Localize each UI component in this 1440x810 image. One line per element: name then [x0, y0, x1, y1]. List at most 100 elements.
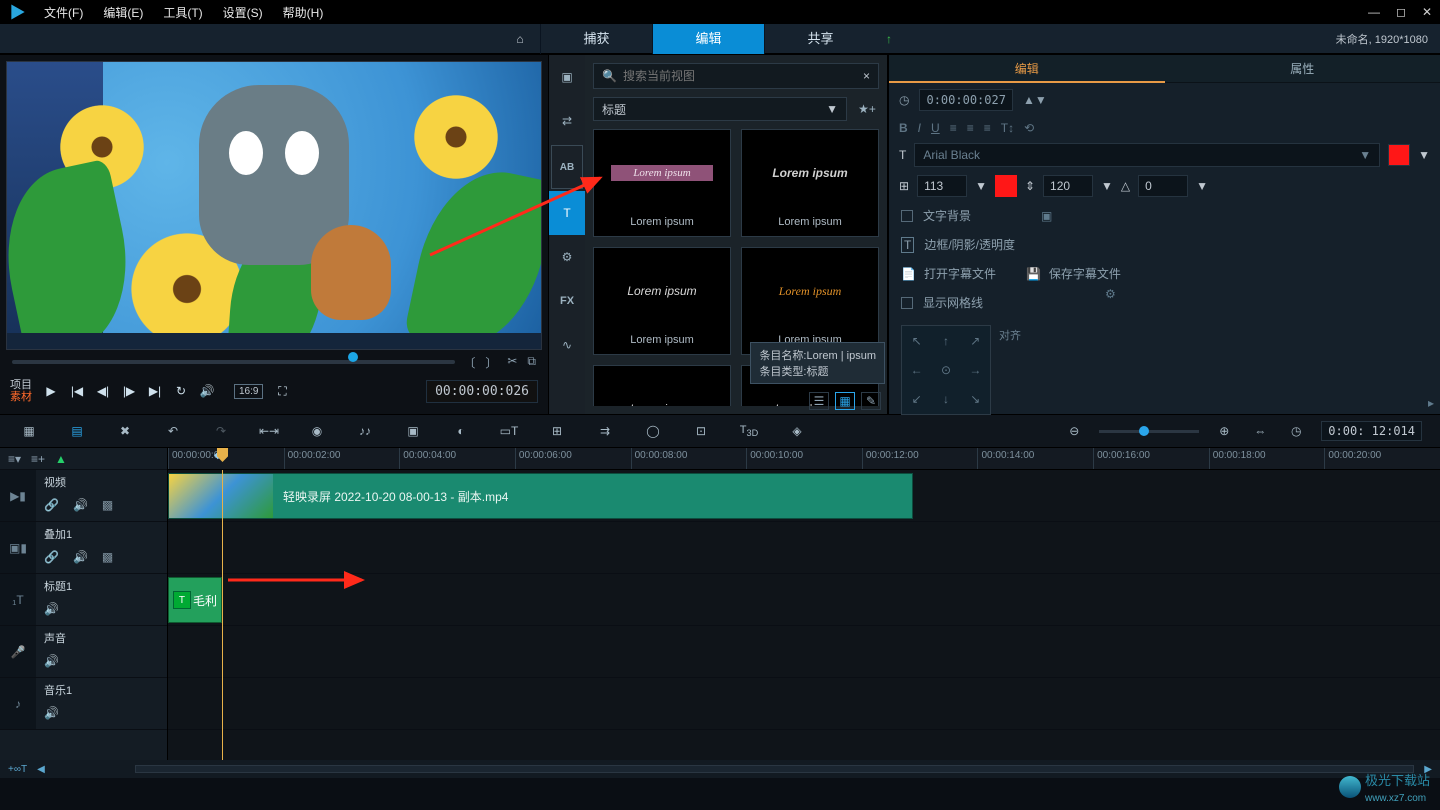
align-left-icon[interactable]: ≡	[950, 121, 957, 135]
view-grid-icon[interactable]: ▦	[835, 392, 855, 410]
track-video-icon[interactable]: ▶▮	[0, 470, 36, 521]
auto-icon[interactable]: ▣	[402, 424, 424, 438]
track-title-icon[interactable]: ₁T	[0, 574, 36, 625]
save-subtitle-button[interactable]: 💾保存字幕文件	[1026, 265, 1121, 282]
mute-icon[interactable]: 🔊	[44, 602, 59, 616]
redo-icon[interactable]: ↷	[210, 424, 232, 438]
fit-icon[interactable]: ⇤⇥	[258, 424, 280, 438]
rotate-text-icon[interactable]: ⟲	[1024, 121, 1034, 135]
favorite-icon[interactable]: ★+	[855, 97, 879, 121]
menu-settings[interactable]: 设置(S)	[223, 4, 263, 21]
menu-help[interactable]: 帮助(H)	[283, 4, 324, 21]
track-options-icon[interactable]: ≡▾	[8, 452, 21, 466]
step-back-icon[interactable]: ◀|	[94, 382, 112, 400]
play-button[interactable]: ▶	[42, 382, 60, 400]
maximize-button[interactable]: ◻	[1396, 5, 1406, 19]
link-icon[interactable]: 🔗	[44, 550, 59, 564]
fit-all-icon[interactable]: ⇔	[1249, 424, 1271, 438]
lib-tab-settings[interactable]: ⚙	[549, 235, 585, 279]
props-timecode[interactable]: 0:00:00:027	[919, 89, 1012, 111]
bold-icon[interactable]: B	[899, 121, 908, 135]
menu-file[interactable]: 文件(F)	[44, 4, 83, 21]
props-tab-attr[interactable]: 属性	[1165, 55, 1440, 83]
align-right-icon[interactable]: ≡	[984, 121, 991, 135]
lane-sound[interactable]	[168, 626, 1440, 678]
tab-edit[interactable]: 编辑	[652, 24, 764, 54]
scroll-right-icon[interactable]: ▸	[1428, 396, 1434, 410]
tools-icon[interactable]: ✖	[114, 424, 136, 438]
mute-icon[interactable]: 🔊	[44, 654, 59, 668]
text-bg-checkbox[interactable]	[901, 210, 913, 222]
open-subtitle-button[interactable]: 📄打开字幕文件	[901, 265, 996, 282]
lib-tab-title[interactable]: T	[549, 191, 585, 235]
fx-toggle-icon[interactable]: ▩	[102, 498, 113, 512]
tab-capture[interactable]: 捕获	[540, 24, 652, 54]
fullscreen-icon[interactable]: ⛶	[273, 382, 291, 400]
storyboard-icon[interactable]: ▦	[18, 424, 40, 438]
mark-out-icon[interactable]: 〕	[485, 354, 497, 371]
title-preset[interactable]: Lorem ipsumLorem ipsum	[741, 129, 879, 237]
upload-icon[interactable]: ↑	[886, 32, 892, 46]
h-scrollbar[interactable]	[135, 765, 1415, 773]
lane-overlay[interactable]	[168, 522, 1440, 574]
lane-video[interactable]: 轻映录屏 2022-10-20 08-00-13 - 副本.mp4	[168, 470, 1440, 522]
add-track-button[interactable]: +∞T	[8, 764, 27, 775]
undo-icon[interactable]: ↶	[162, 424, 184, 438]
leading-input[interactable]: 120	[1043, 175, 1093, 197]
lib-tab-transition[interactable]: ⇄	[549, 99, 585, 143]
grid-settings-icon[interactable]: ⚙	[1105, 287, 1116, 301]
preview-viewport[interactable]	[6, 61, 542, 350]
home-icon[interactable]: ⌂	[500, 32, 540, 46]
title-preset[interactable]: Lorem ipsumLorem ipsum	[593, 247, 731, 355]
menu-edit[interactable]: 编辑(E)	[103, 4, 143, 21]
mute-icon[interactable]: 🔊	[73, 550, 88, 564]
fill-color[interactable]	[995, 175, 1017, 197]
lane-title[interactable]: T毛利	[168, 574, 1440, 626]
text-bg-settings-icon[interactable]: ▣	[1041, 209, 1052, 223]
go-end-icon[interactable]: ▶|	[146, 382, 164, 400]
caption-icon[interactable]: ▭T	[498, 424, 520, 438]
speed-icon[interactable]: ⇉	[594, 424, 616, 438]
scroll-left-icon[interactable]: ◀	[37, 764, 45, 775]
playhead[interactable]	[222, 470, 223, 760]
fx2-icon[interactable]: ◈	[786, 424, 808, 438]
align-center-icon[interactable]: ≡	[967, 121, 974, 135]
lib-tab-text[interactable]: AB	[551, 145, 583, 189]
track-sound-icon[interactable]: 🎤	[0, 626, 36, 677]
title-preset[interactable]: Lorem ipsumLorem ipsum	[741, 247, 879, 355]
alignment-grid[interactable]: ↖↑↗ ←⊙→ ↙↓↘	[901, 325, 991, 415]
record-icon[interactable]: ◉	[306, 424, 328, 438]
zoom-slider[interactable]	[1099, 430, 1199, 433]
search-input[interactable]	[623, 69, 857, 83]
vertical-text-icon[interactable]: T↕	[1001, 121, 1014, 135]
clock2-icon[interactable]: ◷	[1285, 424, 1307, 438]
source-toggle[interactable]: 项目 素材	[10, 379, 32, 403]
view-list-icon[interactable]: ☰	[809, 392, 829, 410]
step-fwd-icon[interactable]: |▶	[120, 382, 138, 400]
minimize-button[interactable]: —	[1368, 5, 1380, 19]
track-music-icon[interactable]: ♪	[0, 678, 36, 729]
category-select[interactable]: 标题▼	[593, 97, 847, 121]
grid-checkbox[interactable]	[901, 297, 913, 309]
mask-icon[interactable]: ◯	[642, 424, 664, 438]
lib-tab-path[interactable]: ∿	[549, 323, 585, 367]
color-swatch[interactable]	[1388, 144, 1410, 166]
blend-icon[interactable]: ◐	[450, 424, 472, 438]
audio-icon[interactable]: ♪♪	[354, 424, 376, 438]
font-select[interactable]: Arial Black▼	[914, 143, 1380, 167]
rotation-input[interactable]: 0	[1138, 175, 1188, 197]
lane-music[interactable]	[168, 678, 1440, 730]
time-ruler[interactable]: ◆ 00:00:00:0000:00:02:0000:00:04:00 00:0…	[168, 448, 1440, 470]
font-size-input[interactable]: 113	[917, 175, 967, 197]
mute-icon[interactable]: 🔊	[44, 706, 59, 720]
snapshot-icon[interactable]: ⧉	[527, 354, 536, 371]
scrubber[interactable]	[12, 360, 455, 364]
tab-share[interactable]: 共享	[764, 24, 876, 54]
fx-toggle-icon[interactable]: ▩	[102, 550, 113, 564]
close-button[interactable]: ✕	[1422, 5, 1432, 19]
loop-icon[interactable]: ↻	[172, 382, 190, 400]
clear-search-icon[interactable]: ×	[863, 69, 870, 83]
mark-in-icon[interactable]: 〔	[463, 354, 475, 371]
link-icon[interactable]: 🔗	[44, 498, 59, 512]
props-tab-edit[interactable]: 编辑	[889, 55, 1165, 83]
